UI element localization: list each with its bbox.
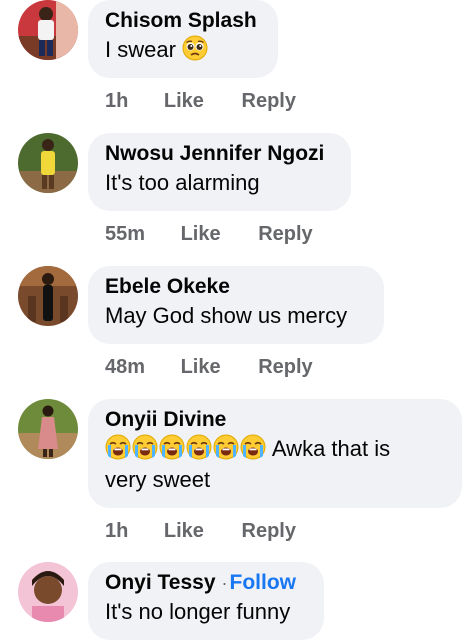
like-button[interactable]: Like (181, 223, 221, 246)
like-button[interactable]: Like (164, 520, 204, 543)
avatar[interactable] (18, 133, 78, 193)
loudly-crying-face-emoji (159, 434, 185, 460)
like-button[interactable]: Like (164, 90, 204, 113)
pleading-face-emoji (182, 35, 208, 61)
reply-button[interactable]: Reply (242, 520, 296, 543)
comment-bubble: Onyi Tessy ·Follow It's no longer funny (88, 562, 324, 640)
comment-bubble: Ebele Okeke May God show us mercy (88, 266, 384, 344)
avatar[interactable] (18, 0, 78, 60)
reply-button[interactable]: Reply (258, 356, 312, 379)
reply-button[interactable]: Reply (242, 90, 296, 113)
loudly-crying-face-emoji (186, 434, 212, 460)
comment-text: It's no longer funny (105, 599, 291, 624)
comment-actions: 48m Like Reply (105, 356, 313, 379)
comment-actions: 1h Like Reply (105, 520, 296, 543)
follow-button[interactable]: Follow (230, 571, 297, 594)
separator-dot: · (221, 573, 228, 593)
comment-actions: 55m Like Reply (105, 223, 313, 246)
loudly-crying-face-emoji (132, 434, 158, 460)
comment-text: Awka that is very sweet (105, 433, 445, 495)
crying-emoji-group (105, 434, 272, 461)
loudly-crying-face-emoji (105, 434, 131, 460)
comment-bubble: Nwosu Jennifer Ngozi It's too alarming (88, 133, 351, 211)
comment-text-line: very sweet (105, 467, 211, 492)
comment-text-content: I swear (105, 37, 176, 62)
timestamp[interactable]: 1h (105, 520, 128, 543)
author-line: Onyi Tessy ·Follow (105, 570, 307, 596)
comment-bubble: Onyii Divine Awka that is very sweet (88, 399, 462, 508)
timestamp[interactable]: 1h (105, 90, 128, 113)
timestamp[interactable]: 48m (105, 356, 145, 379)
reply-button[interactable]: Reply (258, 223, 312, 246)
avatar[interactable] (18, 562, 78, 622)
comment-bubble: Chisom Splash I swear (88, 0, 278, 78)
loudly-crying-face-emoji (213, 434, 239, 460)
timestamp[interactable]: 55m (105, 223, 145, 246)
comment-text: It's too alarming (105, 170, 260, 195)
comment-text: I swear (105, 34, 261, 65)
avatar[interactable] (18, 399, 78, 459)
author-name[interactable]: Chisom Splash (105, 8, 261, 34)
comment-actions: 1h Like Reply (105, 90, 296, 113)
loudly-crying-face-emoji (240, 434, 266, 460)
comment-text: May God show us mercy (105, 303, 348, 328)
avatar[interactable] (18, 266, 78, 326)
like-button[interactable]: Like (181, 356, 221, 379)
author-name[interactable]: Onyii Divine (105, 407, 445, 433)
author-name[interactable]: Nwosu Jennifer Ngozi (105, 141, 334, 167)
author-name[interactable]: Ebele Okeke (105, 274, 367, 300)
author-name[interactable]: Onyi Tessy (105, 571, 216, 594)
comment-text-line: Awka that is (271, 436, 391, 461)
